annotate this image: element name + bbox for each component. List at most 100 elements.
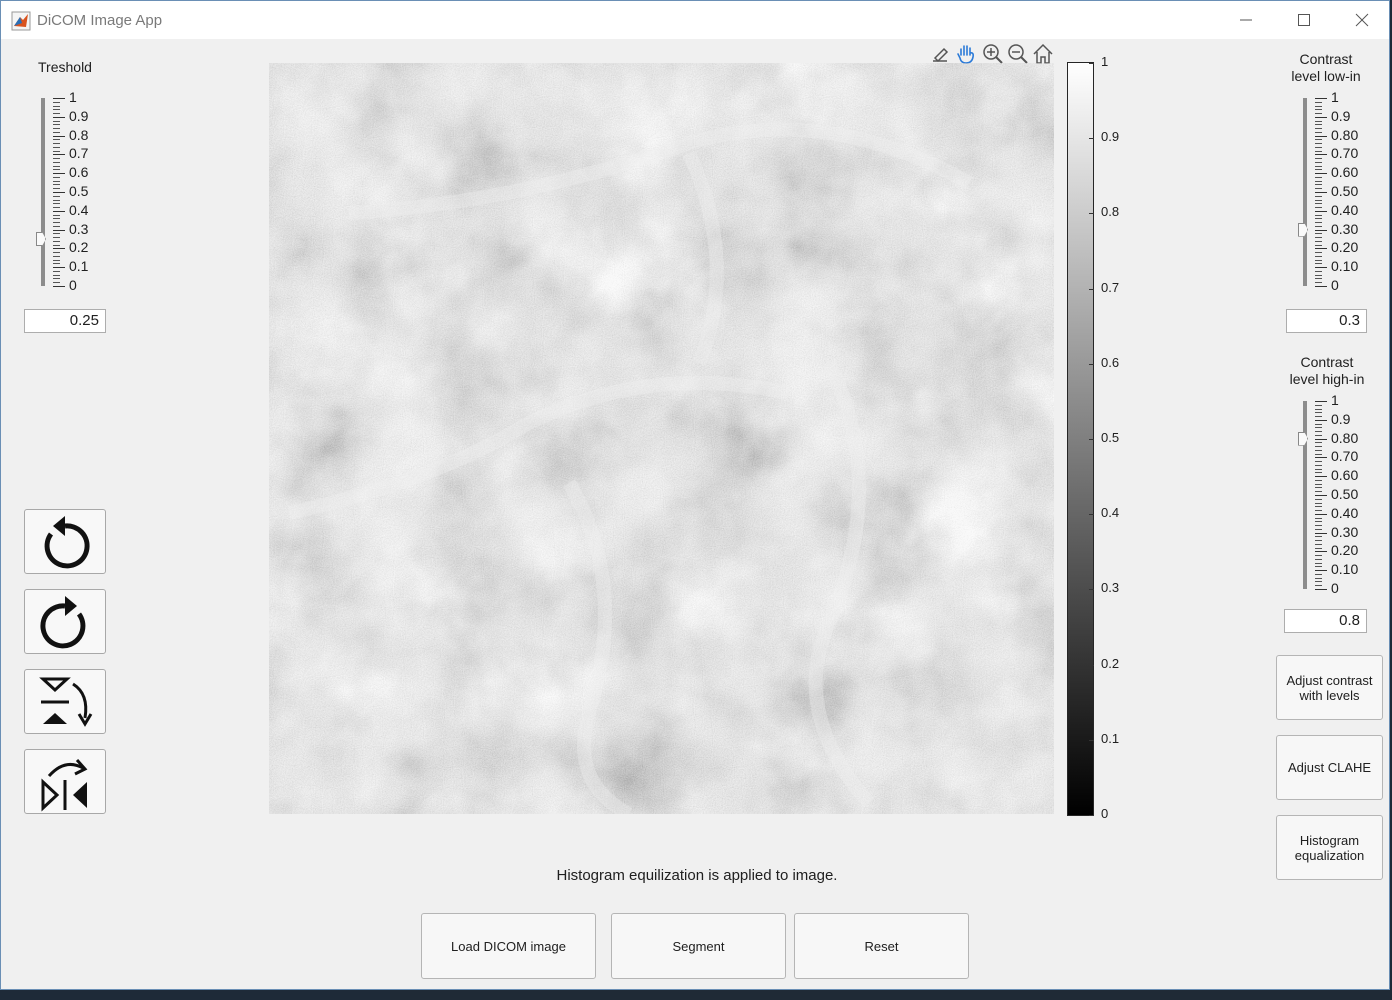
slider-minor-tick [1315, 282, 1322, 284]
slider-minor-tick [1315, 543, 1322, 545]
minimize-icon[interactable] [1217, 1, 1275, 39]
histeq-button[interactable]: Histogram equalization [1276, 815, 1383, 880]
slider-minor-tick [1315, 128, 1322, 130]
slider-minor-tick [1315, 188, 1322, 190]
slider-minor-tick [1315, 270, 1322, 272]
slider-minor-tick [53, 270, 60, 272]
slider-tick-label: 0.30 [1331, 220, 1359, 237]
slider-tick-label: 0.8 [69, 126, 89, 143]
slider-minor-tick [1315, 566, 1322, 568]
colorbar-tick [1089, 363, 1094, 365]
slider-tick-label: 0.9 [69, 107, 89, 124]
maximize-icon[interactable] [1275, 1, 1333, 39]
slider-minor-tick [1315, 263, 1322, 265]
slider-minor-tick [1315, 491, 1322, 493]
load-dicom-button[interactable]: Load DICOM image [421, 913, 596, 979]
contrast-high-field[interactable]: 0.8 [1284, 609, 1367, 633]
slider-tick-label: 0.20 [1331, 542, 1359, 559]
slider-minor-tick [1315, 139, 1322, 141]
threshold-track[interactable] [41, 98, 45, 286]
threshold-field[interactable]: 0.25 [24, 309, 106, 333]
slider-minor-tick [1315, 143, 1322, 145]
slider-minor-tick [53, 161, 60, 163]
slider-minor-tick [53, 218, 60, 220]
contrast-high-track[interactable] [1303, 401, 1307, 589]
slider-tick-label: 0.80 [1331, 429, 1359, 446]
slider-tick-label: 0.4 [69, 201, 89, 218]
slider-minor-tick [1315, 233, 1322, 235]
contrast-low-field[interactable]: 0.3 [1286, 309, 1367, 333]
slider-tick-label: 0.40 [1331, 201, 1359, 218]
slider-minor-tick [53, 274, 60, 276]
reset-button[interactable]: Reset [794, 913, 969, 979]
slider-tick-label: 0.60 [1331, 164, 1359, 181]
slider-major-tick [53, 116, 65, 118]
colorbar-tick [1089, 739, 1094, 741]
slider-major-tick [1315, 229, 1327, 231]
slider-major-tick [53, 248, 65, 250]
slider-tick-label: 1 [69, 89, 77, 105]
slider-minor-tick [1315, 577, 1322, 579]
slider-major-tick [1315, 532, 1327, 534]
slider-major-tick [1315, 438, 1327, 440]
slider-minor-tick [53, 150, 60, 152]
rotate-left-button[interactable] [24, 509, 106, 574]
contrast-low-track[interactable] [1303, 98, 1307, 286]
image-axes[interactable] [269, 63, 1054, 814]
slider-minor-tick [1315, 434, 1322, 436]
home-icon[interactable] [1031, 43, 1055, 65]
slider-minor-tick [53, 143, 60, 145]
slider-minor-tick [1315, 101, 1322, 103]
slider-minor-tick [53, 158, 60, 160]
colorbar-tick [1089, 63, 1094, 64]
colorbar-tick-label: 0.5 [1101, 430, 1120, 445]
colorbar-tick [1089, 213, 1094, 215]
slider-minor-tick [53, 128, 60, 130]
slider-minor-tick [1315, 218, 1322, 220]
slider-minor-tick [1315, 207, 1322, 209]
colorbar-tick [1089, 815, 1094, 816]
colorbar-tick [1089, 138, 1094, 140]
title-bar: DiCOM Image App [1, 1, 1389, 39]
slider-minor-tick [1315, 468, 1322, 470]
segment-button[interactable]: Segment [611, 913, 786, 979]
slider-major-tick [1315, 116, 1327, 118]
slider-minor-tick [1315, 502, 1322, 504]
slider-major-tick [53, 154, 65, 156]
adjust-levels-button[interactable]: Adjust contrast with levels [1276, 655, 1383, 720]
slider-minor-tick [53, 131, 60, 133]
slider-tick-label: 0.2 [69, 239, 89, 256]
slider-minor-tick [53, 105, 60, 107]
slider-major-tick [1315, 154, 1327, 156]
slider-minor-tick [1315, 585, 1322, 587]
zoom-out-icon[interactable] [1006, 43, 1030, 65]
slider-major-tick [1315, 513, 1327, 515]
zoom-in-icon[interactable] [981, 43, 1005, 65]
slider-minor-tick [1315, 423, 1322, 425]
slider-major-tick [53, 135, 65, 137]
mammogram-image [269, 63, 1054, 814]
slider-major-tick [1315, 476, 1327, 478]
colorbar-tick-label: 0.6 [1101, 354, 1120, 370]
slider-major-tick [1315, 267, 1327, 269]
slider-minor-tick [1315, 404, 1322, 406]
slider-minor-tick [1315, 562, 1322, 564]
colorbar-tick [1089, 589, 1094, 591]
adjust-clahe-button[interactable]: Adjust CLAHE [1276, 735, 1383, 800]
status-text: Histogram equilization is applied to ima… [556, 867, 838, 884]
slider-minor-tick [53, 203, 60, 205]
slider-minor-tick [1315, 131, 1322, 133]
pan-hand-icon[interactable] [955, 43, 979, 65]
slider-minor-tick [1315, 555, 1322, 557]
slider-minor-tick [53, 207, 60, 209]
slider-minor-tick [1315, 431, 1322, 433]
slider-minor-tick [53, 240, 60, 242]
brush-icon[interactable] [929, 43, 953, 65]
slider-minor-tick [53, 165, 60, 167]
close-icon[interactable] [1333, 1, 1391, 39]
rotate-right-button[interactable] [24, 589, 106, 654]
flip-vertical-button[interactable] [24, 669, 106, 734]
flip-horizontal-button[interactable] [24, 749, 106, 814]
colorbar-tick-label: 0.4 [1101, 505, 1120, 521]
colorbar-tick [1089, 664, 1094, 666]
